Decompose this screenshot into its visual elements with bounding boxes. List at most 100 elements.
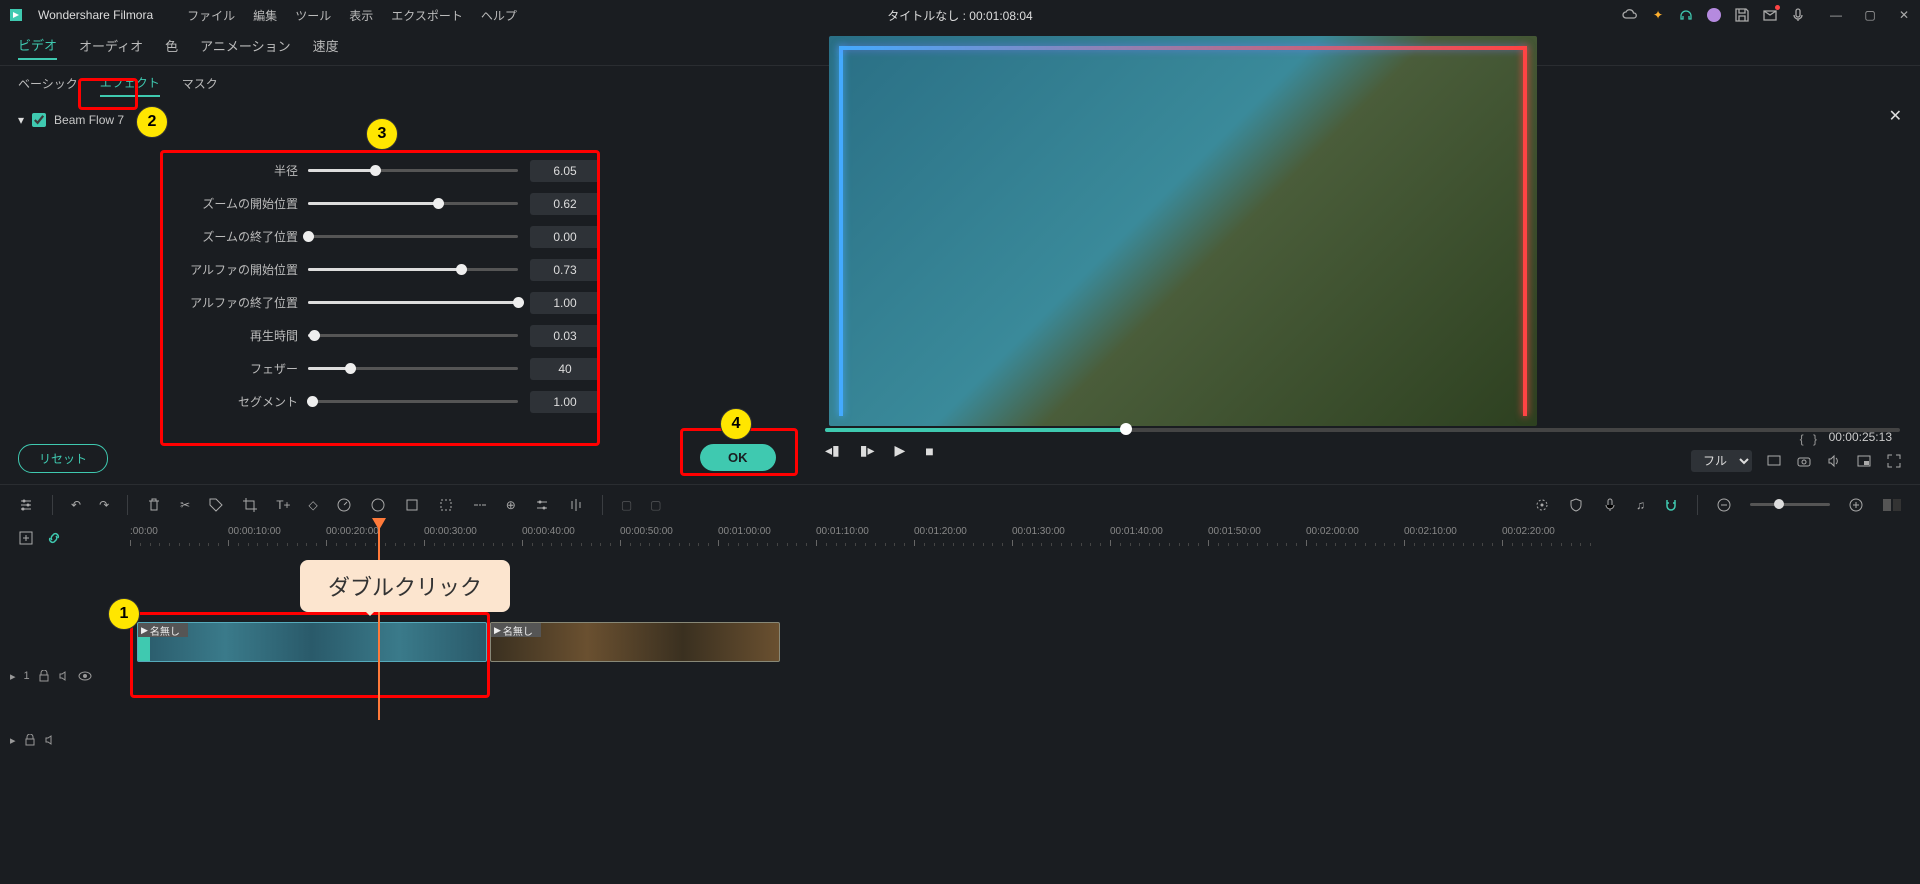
marker-icon2[interactable]: ▢ xyxy=(650,498,661,512)
link-icon[interactable] xyxy=(46,530,62,546)
ok-button[interactable]: OK xyxy=(700,444,776,471)
camera-icon[interactable] xyxy=(1796,453,1812,469)
slider-track[interactable] xyxy=(308,367,518,370)
subtab-basic[interactable]: ベーシック xyxy=(18,71,78,96)
shield-icon[interactable] xyxy=(1568,497,1584,513)
menu-edit[interactable]: 編集 xyxy=(253,7,277,24)
headset-icon[interactable] xyxy=(1678,7,1694,23)
tab-speed[interactable]: 速度 xyxy=(313,36,339,59)
menu-export[interactable]: エクスポート xyxy=(391,7,463,24)
slider-thumb[interactable] xyxy=(309,330,320,341)
audio-tool-icon[interactable] xyxy=(568,497,584,513)
settings-icon[interactable] xyxy=(534,497,550,513)
cloud-icon[interactable] xyxy=(1622,7,1638,23)
mute-icon[interactable] xyxy=(58,670,70,682)
render-icon[interactable] xyxy=(1534,497,1550,513)
mic2-icon[interactable] xyxy=(1602,497,1618,513)
slider-thumb[interactable] xyxy=(345,363,356,374)
fullscreen-icon[interactable] xyxy=(1886,453,1902,469)
subtab-effect[interactable]: エフェクト xyxy=(100,70,160,97)
slider-track[interactable] xyxy=(308,400,518,403)
maximize-icon[interactable]: ▢ xyxy=(1862,7,1878,23)
keyframe-icon[interactable]: ◇ xyxy=(309,498,318,512)
redo-icon[interactable]: ↷ xyxy=(99,498,109,512)
avatar-icon[interactable] xyxy=(1706,7,1722,23)
menu-view[interactable]: 表示 xyxy=(349,7,373,24)
slider-value[interactable]: 1.00 xyxy=(530,391,600,413)
pip-icon[interactable] xyxy=(1856,453,1872,469)
quality-select[interactable]: フル xyxy=(1691,450,1752,472)
slider-value[interactable]: 0.00 xyxy=(530,226,600,248)
reset-button[interactable]: リセット xyxy=(18,444,108,473)
chevron-down-icon[interactable]: ▾ xyxy=(18,113,24,127)
playbar-thumb[interactable] xyxy=(1120,423,1132,435)
timeline-ruler[interactable]: :00:0000:00:10:0000:00:20:0000:00:30:000… xyxy=(130,524,1910,554)
slider-track[interactable] xyxy=(308,301,518,304)
minimize-icon[interactable]: — xyxy=(1828,7,1844,23)
tab-audio[interactable]: オーディオ xyxy=(79,36,143,59)
greenscreen-icon[interactable] xyxy=(404,497,420,513)
effect-enable-checkbox[interactable] xyxy=(32,113,46,127)
speed-icon[interactable] xyxy=(336,497,352,513)
speaker-icon[interactable] xyxy=(1826,453,1842,469)
mask-tool-icon[interactable] xyxy=(438,497,454,513)
slider-value[interactable]: 1.00 xyxy=(530,292,600,314)
mic-icon[interactable] xyxy=(1790,7,1806,23)
view-toggle-icon[interactable] xyxy=(1882,497,1902,513)
menu-help[interactable]: ヘルプ xyxy=(481,7,517,24)
slider-track[interactable] xyxy=(308,235,518,238)
marker-add-icon[interactable]: ▢ xyxy=(621,498,632,512)
save-icon[interactable] xyxy=(1734,7,1750,23)
close-window-icon[interactable]: ✕ xyxy=(1896,7,1912,23)
slider-thumb[interactable] xyxy=(303,231,314,242)
export-icon[interactable] xyxy=(1762,7,1778,23)
clip-2[interactable]: ▶名無し xyxy=(490,622,780,662)
motion-icon[interactable] xyxy=(472,497,488,513)
tag-icon[interactable] xyxy=(208,497,224,513)
slider-track[interactable] xyxy=(308,202,518,205)
tab-animation[interactable]: アニメーション xyxy=(200,36,290,59)
zoom-out-icon[interactable] xyxy=(1716,497,1732,513)
mute-icon-2[interactable] xyxy=(44,734,56,746)
slider-value[interactable]: 0.03 xyxy=(530,325,600,347)
lock-icon-2[interactable] xyxy=(24,734,36,746)
tracking-icon[interactable]: ⊕ xyxy=(506,498,516,512)
tab-color[interactable]: 色 xyxy=(165,36,178,59)
lightbulb-icon[interactable]: ✦ xyxy=(1650,7,1666,23)
screen-icon[interactable] xyxy=(1766,453,1782,469)
crop-icon[interactable] xyxy=(242,497,258,513)
track-video-icon-2[interactable]: ▸ xyxy=(10,734,16,747)
track-video-icon[interactable]: ▸ xyxy=(10,670,16,683)
tab-video[interactable]: ビデオ xyxy=(18,35,57,60)
slider-thumb[interactable] xyxy=(513,297,524,308)
slider-thumb[interactable] xyxy=(456,264,467,275)
visibility-icon[interactable] xyxy=(78,670,92,682)
slider-value[interactable]: 40 xyxy=(530,358,600,380)
color-icon[interactable] xyxy=(370,497,386,513)
slider-track[interactable] xyxy=(308,334,518,337)
effect-close-icon[interactable]: ✕ xyxy=(1889,106,1902,126)
slider-thumb[interactable] xyxy=(307,396,318,407)
step-back-icon[interactable]: ◂▮ xyxy=(825,442,840,459)
text-icon[interactable]: T+ xyxy=(276,498,290,512)
menu-file[interactable]: ファイル xyxy=(187,7,235,24)
zoom-in-icon[interactable] xyxy=(1848,497,1864,513)
slider-value[interactable]: 6.05 xyxy=(530,160,600,182)
undo-icon[interactable]: ↶ xyxy=(71,498,81,512)
cut-icon[interactable]: ✂ xyxy=(180,498,190,512)
menu-tool[interactable]: ツール xyxy=(295,7,331,24)
delete-icon[interactable] xyxy=(146,497,162,513)
slider-value[interactable]: 0.73 xyxy=(530,259,600,281)
step-forward-icon[interactable]: ▮▸ xyxy=(860,442,875,459)
clip-1[interactable]: ▶名無し xyxy=(137,622,487,662)
play-icon[interactable]: ▶ xyxy=(894,442,905,459)
stop-icon[interactable]: ■ xyxy=(925,443,933,459)
magnet-icon[interactable] xyxy=(1663,497,1679,513)
subtab-mask[interactable]: マスク xyxy=(182,71,218,96)
adjust-icon[interactable] xyxy=(18,497,34,513)
slider-track[interactable] xyxy=(308,169,518,172)
slider-value[interactable]: 0.62 xyxy=(530,193,600,215)
slider-thumb[interactable] xyxy=(433,198,444,209)
lock-icon[interactable] xyxy=(38,670,50,682)
slider-track[interactable] xyxy=(308,268,518,271)
